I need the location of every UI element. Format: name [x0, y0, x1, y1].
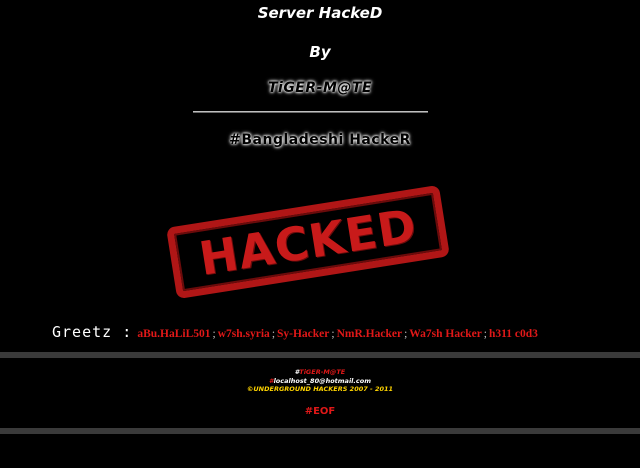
- page-title: Server HackeD: [257, 4, 383, 22]
- greetz-separator: ;: [483, 328, 487, 340]
- divider: [193, 111, 428, 113]
- footer-author: TiGER-M@TE: [299, 368, 346, 376]
- tagline: #Bangladeshi HackeR: [229, 132, 411, 148]
- separator-bar-bottom: [0, 428, 640, 434]
- author-name: TiGER-M@TE: [267, 80, 373, 96]
- greetz-name: h311 c0d3: [489, 328, 538, 340]
- greetz-separator: ;: [212, 328, 216, 340]
- greetz-name: Wa7sh Hacker: [409, 328, 482, 340]
- stamp-border: HACKED: [166, 184, 450, 300]
- separator-bar-top: [0, 352, 640, 358]
- greetz-name: w7sh.syria: [217, 328, 270, 340]
- greetz-line: Greetz : aBu.HaLiL501; w7sh.syria; Sy-Hack…: [52, 322, 632, 341]
- footer-credits: #TiGER-M@TE #localhost_80@hotmail.com ©U…: [0, 368, 640, 394]
- footer-email: localhost_80@hotmail.com: [273, 376, 371, 385]
- footer-copyright: ©UNDERGROUND HACKERS 2007 - 2011: [246, 385, 394, 393]
- greetz-label: Greetz :: [52, 323, 133, 341]
- greetz-separator: ;: [271, 328, 276, 340]
- greetz-name: Sy-Hacker: [277, 328, 330, 340]
- greetz-name: aBu.HaLiL501: [137, 328, 211, 340]
- hacked-stamp-image: HACKED: [160, 180, 460, 300]
- by-label: By: [309, 43, 331, 61]
- eof-label: #EOF: [304, 406, 336, 417]
- footer-author-line: #TiGER-M@TE: [0, 368, 640, 377]
- greetz-name: NmR.Hacker: [336, 328, 403, 340]
- greetz-separator: ;: [331, 328, 335, 340]
- footer-email-line: #localhost_80@hotmail.com: [0, 377, 640, 386]
- stamp-text: HACKED: [195, 198, 421, 286]
- greetz-names: aBu.HaLiL501; w7sh.syria; Sy-Hacker; NmR.Ha…: [137, 328, 538, 340]
